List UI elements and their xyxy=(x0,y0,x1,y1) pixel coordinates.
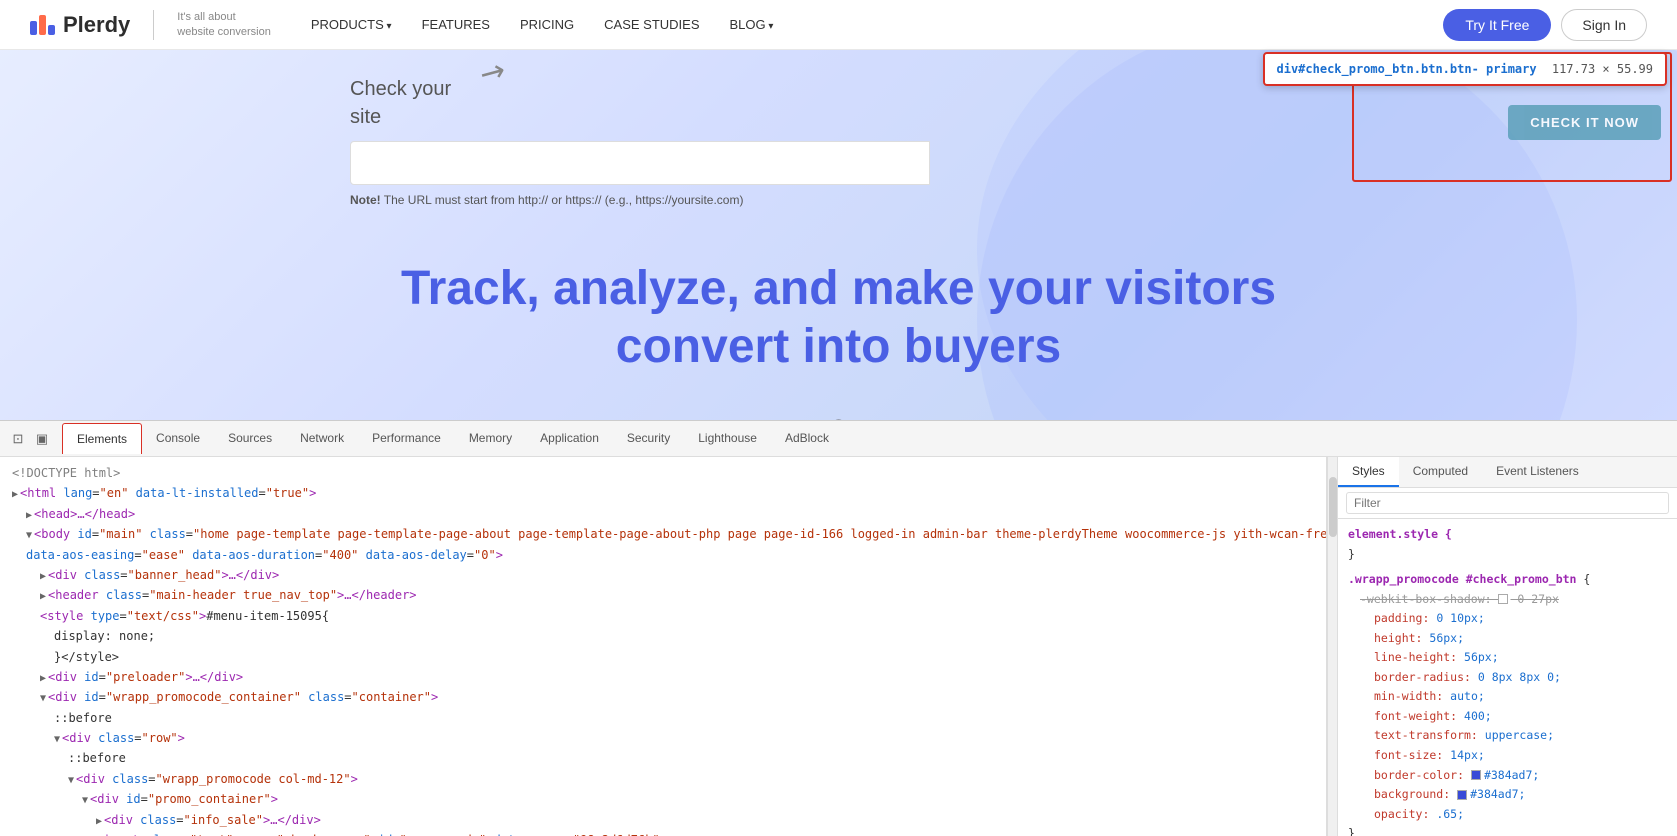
inspect-cursor-icon[interactable]: ⊡ xyxy=(10,431,26,447)
tab-elements[interactable]: Elements xyxy=(62,423,142,454)
dom-panel[interactable]: <!DOCTYPE html> ▶<html lang="en" data-lt… xyxy=(0,457,1327,836)
color-swatch-bg xyxy=(1457,790,1467,800)
check-label: Check your site xyxy=(350,75,930,131)
tab-adblock[interactable]: AdBlock xyxy=(771,423,843,455)
styles-tab-styles[interactable]: Styles xyxy=(1338,457,1399,487)
inspect-tooltip: div#check_promo_btn.btn.btn- primary 117… xyxy=(1263,52,1668,86)
tab-security[interactable]: Security xyxy=(613,423,684,455)
nav-pricing[interactable]: PRICING xyxy=(520,17,574,32)
devtools-icons: ⊡ ▣ xyxy=(10,431,62,447)
tab-console[interactable]: Console xyxy=(142,423,214,455)
hero-headline: Track, analyze, and make your visitors c… xyxy=(0,260,1677,375)
dom-line[interactable]: ▶<head>…</head> xyxy=(24,504,1316,524)
dom-line[interactable]: ▶<div class="banner_head">…</div> xyxy=(38,565,1316,585)
nav-links: PRODUCTS FEATURES PRICING CASE STUDIES B… xyxy=(311,17,1444,32)
check-it-now-overlay-button[interactable]: CHECK IT NOW xyxy=(1508,105,1661,140)
dom-line[interactable]: ▼<div class="row"> xyxy=(52,728,1316,748)
tab-lighthouse[interactable]: Lighthouse xyxy=(684,423,771,455)
logo[interactable]: Plerdy It's all aboutwebsite conversion xyxy=(30,10,271,40)
color-swatch-border xyxy=(1471,770,1481,780)
bar1 xyxy=(30,21,37,35)
check-site-section: ↗ Check your site Note! The URL must sta… xyxy=(350,75,930,207)
logo-text: Plerdy xyxy=(63,12,130,38)
tab-network[interactable]: Network xyxy=(286,423,358,455)
dom-line: <style type="text/css">#menu-item-15095{ xyxy=(38,606,1316,626)
tab-sources[interactable]: Sources xyxy=(214,423,286,455)
styles-tab-event-listeners[interactable]: Event Listeners xyxy=(1482,457,1593,487)
devtools-tabs: ⊡ ▣ Elements Console Sources Network Per… xyxy=(0,421,1677,457)
dom-line: ::before xyxy=(66,748,1316,768)
device-toggle-icon[interactable]: ▣ xyxy=(34,431,50,447)
styles-tabs: Styles Computed Event Listeners xyxy=(1338,457,1677,488)
styles-content: element.style { } .wrapp_promocode #chec… xyxy=(1338,519,1677,836)
nav-case-studies[interactable]: CASE STUDIES xyxy=(604,17,699,32)
nav-actions: Try It Free Sign In xyxy=(1443,9,1647,41)
dom-line: ::before xyxy=(52,708,1316,728)
logo-icon xyxy=(30,15,55,35)
styles-panel: Styles Computed Event Listeners element.… xyxy=(1337,457,1677,836)
dom-line[interactable]: ▼<div id="promo_container"> xyxy=(80,789,1316,809)
logo-tagline: It's all aboutwebsite conversion xyxy=(177,10,271,39)
style-rule-element: element.style { } xyxy=(1348,525,1667,564)
tooltip-element-name: div#check_promo_btn.btn.btn- primary 117… xyxy=(1277,62,1654,76)
nav-features[interactable]: FEATURES xyxy=(422,17,490,32)
dom-line: data-aos-easing="ease" data-aos-duration… xyxy=(24,545,1316,565)
logo-divider xyxy=(153,10,154,40)
tab-application[interactable]: Application xyxy=(526,423,613,455)
tab-memory[interactable]: Memory xyxy=(455,423,526,455)
bar3 xyxy=(48,25,55,35)
dom-line[interactable]: ▶<html lang="en" data-lt-installed="true… xyxy=(10,483,1316,503)
nav-blog[interactable]: BLOG xyxy=(730,17,774,32)
styles-filter-input[interactable] xyxy=(1346,492,1669,514)
check-input-row xyxy=(350,141,930,185)
dom-line[interactable]: ▶<header class="main-header true_nav_top… xyxy=(38,585,1316,605)
dom-line[interactable]: ▼<body id="main" class="home page-templa… xyxy=(24,524,1316,544)
navbar: Plerdy It's all aboutwebsite conversion … xyxy=(0,0,1677,50)
check-site-input[interactable] xyxy=(350,141,930,185)
devtools-panel: ⊡ ▣ Elements Console Sources Network Per… xyxy=(0,420,1677,836)
dom-line: display: none; xyxy=(52,626,1316,646)
styles-tab-computed[interactable]: Computed xyxy=(1399,457,1482,487)
dom-line[interactable]: ▼<div class="wrapp_promocode col-md-12"> xyxy=(66,769,1316,789)
styles-filter xyxy=(1338,488,1677,519)
style-rule-1: .wrapp_promocode #check_promo_btn { -web… xyxy=(1348,570,1667,836)
check-note: Note! The URL must start from http:// or… xyxy=(350,193,930,207)
devtools-body: <!DOCTYPE html> ▶<html lang="en" data-lt… xyxy=(0,457,1677,836)
try-free-button[interactable]: Try It Free xyxy=(1443,9,1551,41)
tab-performance[interactable]: Performance xyxy=(358,423,455,455)
sign-in-button[interactable]: Sign In xyxy=(1561,9,1647,41)
dom-line: <!DOCTYPE html> xyxy=(10,463,1316,483)
dom-scrollbar[interactable] xyxy=(1327,457,1337,836)
dom-line[interactable]: <input class="text" name="check_promo" i… xyxy=(94,830,1316,836)
dom-line[interactable]: ▶<div class="info_sale">…</div> xyxy=(94,810,1316,830)
dom-line: }</style> xyxy=(52,647,1316,667)
dom-line[interactable]: ▼<div id="wrapp_promocode_container" cla… xyxy=(38,687,1316,707)
dom-line[interactable]: ▶<div id="preloader">…</div> xyxy=(38,667,1316,687)
hero-section: Track, analyze, and make your visitors c… xyxy=(0,260,1677,375)
scrollbar-thumb xyxy=(1329,477,1337,537)
bar2 xyxy=(39,15,46,35)
nav-products[interactable]: PRODUCTS xyxy=(311,17,392,32)
